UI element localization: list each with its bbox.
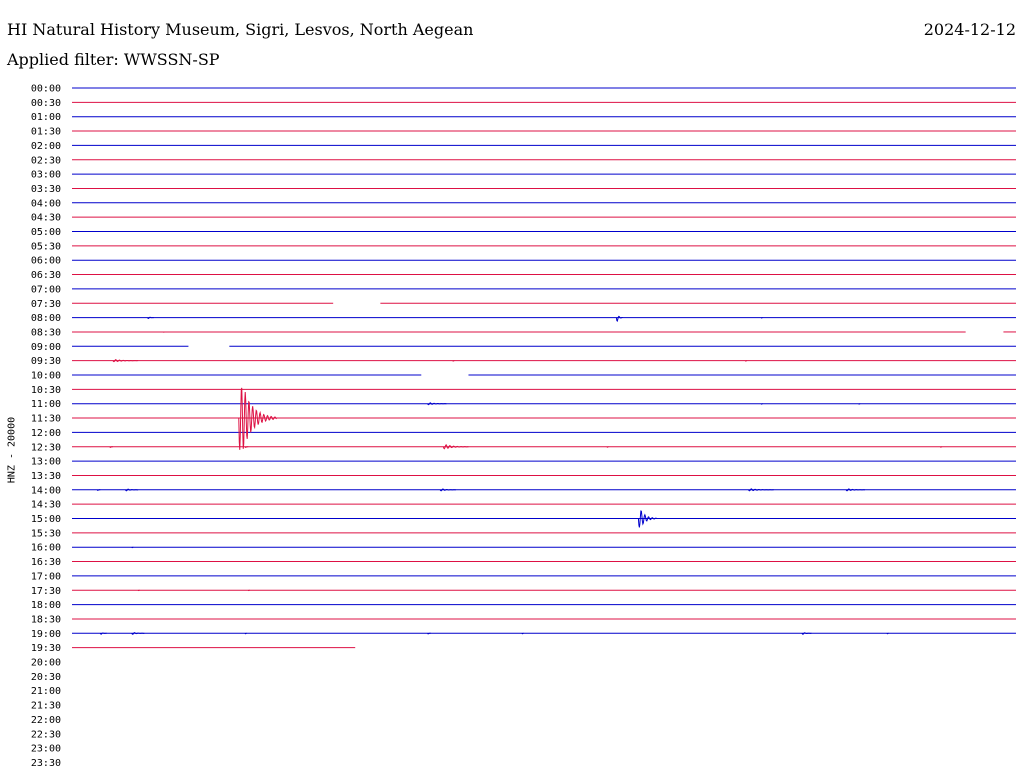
row-time-label: 03:30 xyxy=(31,184,61,195)
row-time-label: 13:00 xyxy=(31,457,61,468)
row-time-label: 12:00 xyxy=(31,428,61,439)
row-time-label: 03:00 xyxy=(31,170,61,181)
seismic-event-trace xyxy=(244,446,249,448)
row-time-label: 07:00 xyxy=(31,284,61,295)
row-time-label: 08:00 xyxy=(31,313,61,324)
row-time-label: 04:00 xyxy=(31,198,61,209)
row-time-label: 18:30 xyxy=(31,614,61,625)
row-time-label: 08:30 xyxy=(31,327,61,338)
row-time-label: 14:30 xyxy=(31,500,61,511)
row-time-label: 07:30 xyxy=(31,299,61,310)
row-time-label: 20:00 xyxy=(31,658,61,669)
row-time-label: 05:30 xyxy=(31,241,61,252)
row-time-label: 04:30 xyxy=(31,213,61,224)
row-time-label: 22:00 xyxy=(31,715,61,726)
row-time-label: 11:00 xyxy=(31,399,61,410)
row-time-label: 10:00 xyxy=(31,371,61,382)
seismic-event-trace xyxy=(96,489,101,492)
row-time-label: 19:30 xyxy=(31,643,61,654)
seismic-event-trace xyxy=(125,488,139,492)
seismic-event-trace xyxy=(131,632,145,635)
row-time-label: 02:30 xyxy=(31,155,61,166)
row-time-label: 06:00 xyxy=(31,256,61,267)
row-time-label: 01:30 xyxy=(31,127,61,138)
seismic-event-trace xyxy=(427,632,431,635)
row-time-label: 00:00 xyxy=(31,84,61,95)
row-time-label: 21:00 xyxy=(31,686,61,697)
row-time-label: 19:00 xyxy=(31,629,61,640)
row-time-label: 21:30 xyxy=(31,701,61,712)
row-time-label: 12:30 xyxy=(31,442,61,453)
seismic-event-trace xyxy=(637,510,658,528)
row-time-label: 18:00 xyxy=(31,600,61,611)
seismic-event-trace xyxy=(442,444,469,450)
helicorder-plot: 00:00 00:30 01:00 01:30 02:00 02:30 03:00 03:30… xyxy=(31,84,1016,769)
row-time-label: 22:30 xyxy=(31,729,61,740)
row-time-label: 00:30 xyxy=(31,98,61,109)
row-time-label: 09:30 xyxy=(31,356,61,367)
row-time-label: 06:30 xyxy=(31,270,61,281)
row-time-label: 09:00 xyxy=(31,342,61,353)
row-time-label: 16:30 xyxy=(31,557,61,568)
seismic-event-trace xyxy=(615,315,623,323)
row-time-label: 16:00 xyxy=(31,543,61,554)
seismic-event-trace xyxy=(112,359,139,363)
row-time-label: 14:00 xyxy=(31,485,61,496)
row-time-label: 17:00 xyxy=(31,571,61,582)
row-time-label: 23:00 xyxy=(31,744,61,755)
row-time-label: 23:30 xyxy=(31,758,61,769)
row-time-label: 17:30 xyxy=(31,586,61,597)
seismic-event-trace xyxy=(238,387,277,450)
row-time-label: 15:00 xyxy=(31,514,61,525)
row-time-label: 01:00 xyxy=(31,112,61,123)
row-time-label: 13:30 xyxy=(31,471,61,482)
row-time-label: 10:30 xyxy=(31,385,61,396)
row-time-label: 11:30 xyxy=(31,414,61,425)
row-time-label: 02:00 xyxy=(31,141,61,152)
row-time-label: 15:30 xyxy=(31,528,61,539)
seismic-event-trace xyxy=(748,488,774,492)
seismic-event-trace xyxy=(109,446,113,448)
row-time-label: 05:00 xyxy=(31,227,61,238)
row-time-label: 20:30 xyxy=(31,672,61,683)
